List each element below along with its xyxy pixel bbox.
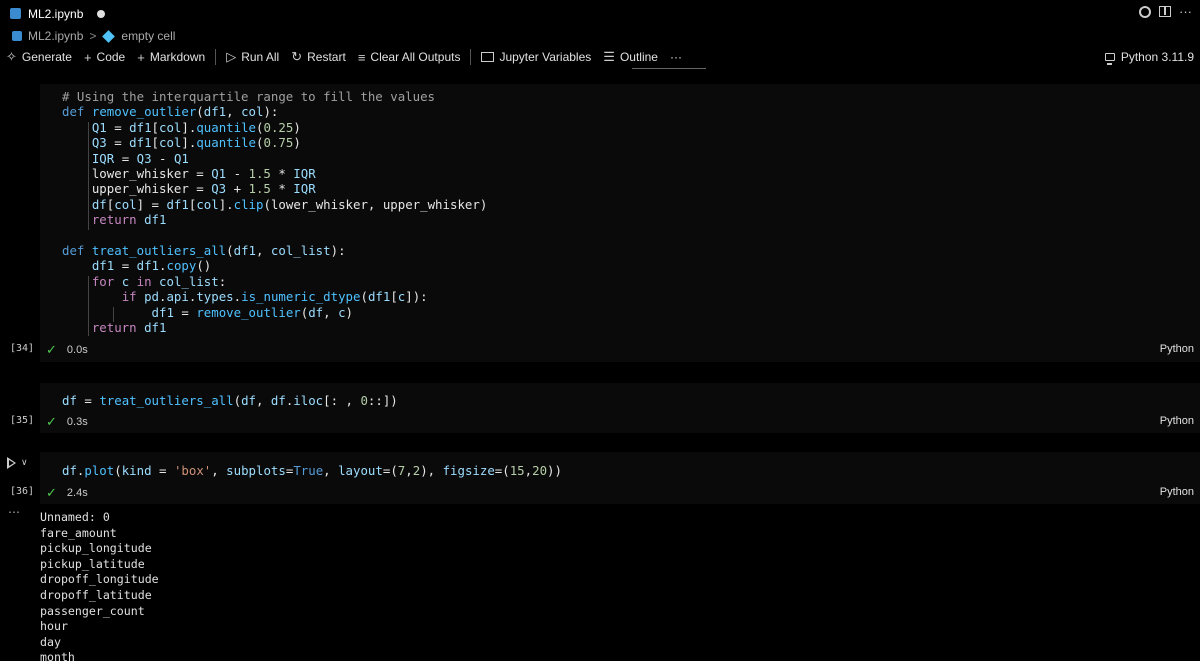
code-editor[interactable]: df.plot(kind = 'box', subplots=True, lay… xyxy=(62,463,562,478)
breadcrumb-file[interactable]: ML2.ipynb xyxy=(28,29,83,43)
output-row-name: day xyxy=(40,634,61,649)
output-actions-icon[interactable]: ⋯ xyxy=(8,505,20,519)
unsaved-dot-icon[interactable] xyxy=(97,9,106,18)
gear-icon[interactable] xyxy=(1139,5,1151,18)
check-icon: ✓ xyxy=(46,414,57,429)
cell-status: ✓ 0.3s xyxy=(46,414,88,430)
jupyter-variables-button[interactable]: Jupyter Variables xyxy=(475,45,597,69)
plus-icon: + xyxy=(83,49,92,65)
cell-status: ✓ 0.0s xyxy=(46,342,88,358)
cell-language[interactable]: Python xyxy=(1160,343,1194,355)
execution-time: 0.3s xyxy=(66,416,88,428)
execution-count: [35] xyxy=(10,415,35,426)
execution-count: [34] xyxy=(10,343,35,354)
output-row-name: passenger_count xyxy=(40,603,145,618)
kernel-picker[interactable]: Python 3.11.9 xyxy=(1104,45,1194,69)
breadcrumb-separator: > xyxy=(89,29,97,43)
output-row-name: dropoff_latitude xyxy=(40,588,152,602)
kernel-icon xyxy=(1104,53,1115,65)
clear-icon: ≡ xyxy=(357,49,366,65)
execution-time: 2.4s xyxy=(66,487,88,499)
outline-label: Outline xyxy=(619,50,658,64)
cell-language[interactable]: Python xyxy=(1160,415,1194,427)
clear-all-outputs-button[interactable]: ≡ Clear All Outputs xyxy=(352,45,467,69)
kernel-label: Python 3.11.9 xyxy=(1120,50,1194,64)
sparkle-icon: ✧ xyxy=(6,49,17,64)
cell-output: Unnamed: 0Axes(0.125,0.786098;0.352273x0… xyxy=(40,508,1200,661)
output-row-name: dropoff_longitude xyxy=(40,572,159,587)
toolbar-more-button[interactable]: ··· xyxy=(664,45,688,69)
execution-count: [36] xyxy=(10,486,35,497)
run-cell-icon[interactable] xyxy=(7,457,16,469)
chevron-down-icon[interactable]: ∨ xyxy=(21,457,28,468)
code-editor[interactable]: df = treat_outliers_all(df, df.iloc[: , … xyxy=(62,393,398,408)
output-row-name: pickup_longitude xyxy=(40,541,152,556)
cell-language[interactable]: Python xyxy=(1160,486,1194,498)
restart-button[interactable]: ↻ Restart xyxy=(285,45,352,69)
add-code-button[interactable]: + Code xyxy=(78,45,131,69)
output-row-name: month xyxy=(40,650,75,661)
notebook-toolbar: ✧ Generate + Code + Markdown ▷ Run All ↻… xyxy=(0,45,1200,69)
toolbar-divider xyxy=(470,49,472,65)
output-row-name: Unnamed: 0 xyxy=(40,510,110,524)
toolbar-divider xyxy=(215,49,217,65)
output-row-name: hour xyxy=(40,619,68,634)
editor-actions: ··· xyxy=(1139,4,1192,19)
jupyter-variables-label: Jupyter Variables xyxy=(499,50,592,64)
outline-icon: ☰ xyxy=(603,49,615,64)
code-label: Code xyxy=(96,50,126,64)
notebook-icon xyxy=(12,31,22,41)
markdown-label: Markdown xyxy=(149,50,206,64)
cell-icon xyxy=(102,29,116,43)
clear-outputs-label: Clear All Outputs xyxy=(370,50,461,64)
run-all-button[interactable]: ▷ Run All xyxy=(220,45,285,69)
run-all-label: Run All xyxy=(241,50,280,64)
check-icon: ✓ xyxy=(46,342,57,357)
breadcrumb: ML2.ipynb > empty cell xyxy=(0,28,175,44)
breadcrumb-cell[interactable]: empty cell xyxy=(121,29,175,43)
code-editor[interactable]: # Using the interquartile range to fill … xyxy=(62,89,487,336)
output-row-name: pickup_latitude xyxy=(40,556,145,571)
tab-ml2-ipynb[interactable]: ML2.ipynb xyxy=(0,0,115,27)
notebook-icon xyxy=(10,8,21,19)
toolbar-underline xyxy=(632,68,706,69)
run-icon: ▷ xyxy=(226,49,237,64)
cell-status: ✓ 2.4s xyxy=(46,485,88,501)
more-label: ··· xyxy=(669,50,682,64)
outline-button[interactable]: ☰ Outline xyxy=(597,45,664,69)
output-row-name: fare_amount xyxy=(40,525,117,540)
execution-time: 0.0s xyxy=(66,344,88,356)
restart-label: Restart xyxy=(307,50,346,64)
plus-icon: + xyxy=(137,49,145,65)
more-actions-icon[interactable]: ··· xyxy=(1179,4,1192,19)
tab-title: ML2.ipynb xyxy=(28,6,84,21)
check-icon: ✓ xyxy=(46,485,57,500)
variables-icon xyxy=(481,52,495,62)
add-markdown-button[interactable]: + Markdown xyxy=(131,45,211,69)
restart-icon: ↻ xyxy=(291,49,303,64)
split-editor-icon[interactable] xyxy=(1159,6,1171,17)
generate-button[interactable]: ✧ Generate xyxy=(0,45,78,69)
generate-label: Generate xyxy=(21,50,72,64)
tab-bar: ML2.ipynb ··· xyxy=(0,0,1200,27)
